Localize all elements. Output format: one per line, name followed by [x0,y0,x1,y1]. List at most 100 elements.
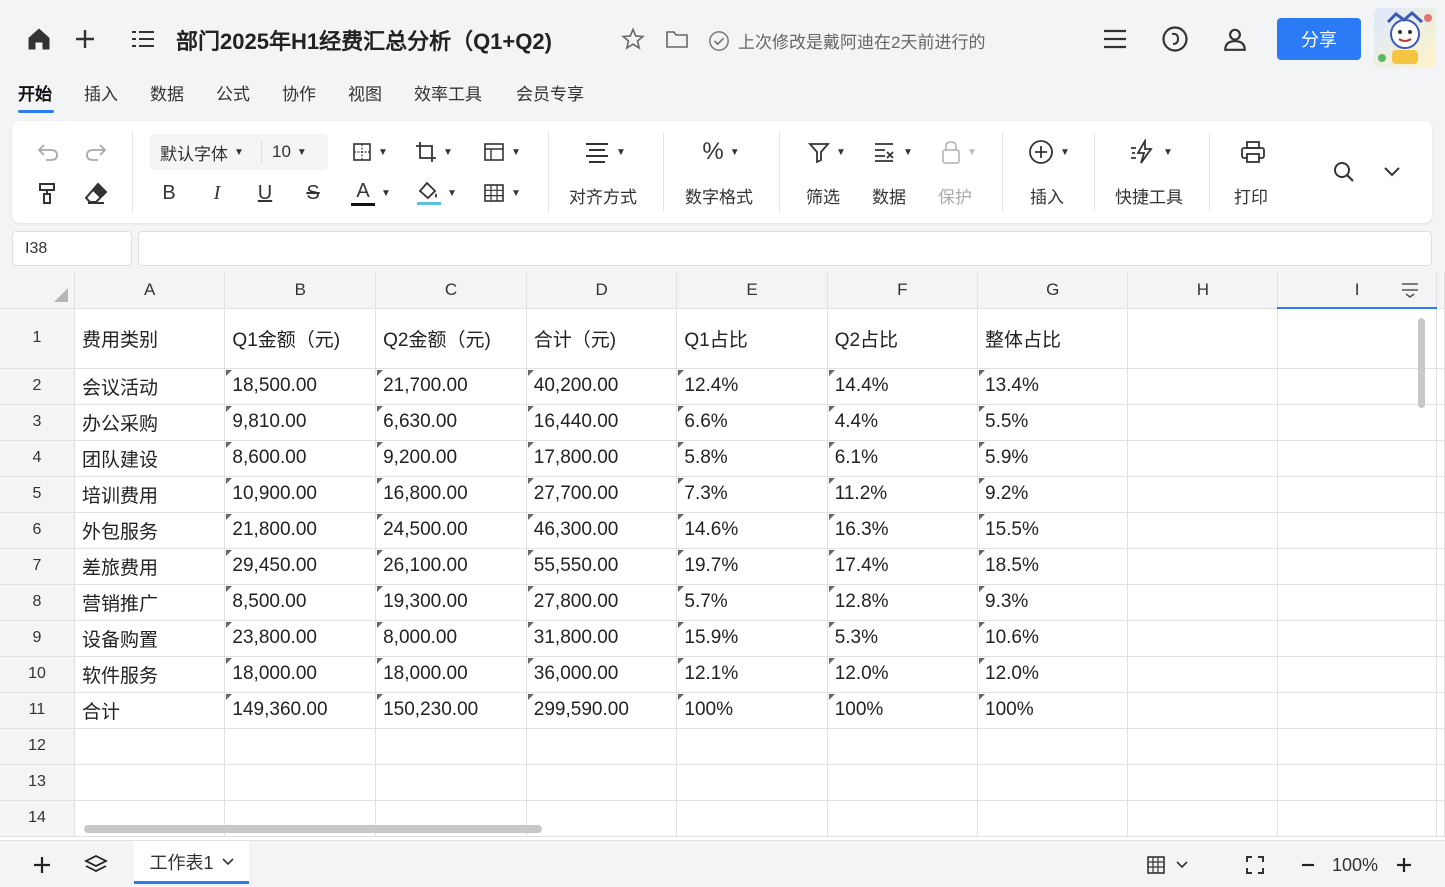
cell-c2[interactable]: 21,700.00 [375,368,527,405]
format-painter-icon[interactable] [34,179,62,207]
cell-b11[interactable]: 149,360.00 [224,692,377,729]
cell-a11[interactable]: 合计 [74,692,226,729]
filter-icon[interactable]: ▼ [802,138,852,166]
cell-b6[interactable]: 21,800.00 [224,512,377,549]
menu-icon[interactable] [1100,24,1130,54]
view-mode-icon[interactable] [1142,853,1192,877]
row-header[interactable]: 6 [0,512,75,549]
cell-i7[interactable] [1277,548,1437,585]
cell-b8[interactable]: 8,500.00 [224,584,377,621]
table-style-icon[interactable]: ▼ [478,138,526,166]
font-color-button[interactable]: A ▼ [346,177,396,209]
cell-h2[interactable] [1127,368,1279,405]
cell-f11[interactable]: 100% [827,692,979,729]
cell-a7[interactable]: 差旅费用 [74,548,226,585]
tab-home[interactable]: 开始 [18,80,52,105]
cell-h3[interactable] [1127,404,1279,441]
cell-g1[interactable]: 整体占比 [977,308,1129,369]
cell-c12[interactable] [375,728,527,765]
cell-b3[interactable]: 9,810.00 [224,404,377,441]
cell-f9[interactable]: 5.3% [827,620,979,657]
border-icon[interactable]: ▼ [346,138,394,166]
cell-c8[interactable]: 19,300.00 [375,584,527,621]
cell-a1[interactable]: 费用类别 [74,308,226,369]
column-header-i[interactable]: I [1277,272,1437,309]
column-header-c[interactable]: C [375,272,527,309]
align-label[interactable]: 对齐方式 [569,183,637,208]
cell-h5[interactable] [1127,476,1279,513]
cell-f5[interactable]: 11.2% [827,476,979,513]
column-header-g[interactable]: G [977,272,1129,309]
row-header[interactable]: 2 [0,368,75,405]
cell-g4[interactable]: 5.9% [977,440,1129,477]
print-label[interactable]: 打印 [1234,183,1268,208]
fullscreen-icon[interactable] [1242,853,1268,877]
cell-h10[interactable] [1127,656,1279,693]
cell-d1[interactable]: 合计（元) [526,308,678,369]
outline-icon[interactable] [128,24,158,54]
fill-color-button[interactable]: ▼ [412,177,462,209]
cell-e6[interactable]: 14.6% [676,512,828,549]
cell-d13[interactable] [526,764,678,801]
home-icon[interactable] [24,24,54,54]
horizontal-scrollbar[interactable] [84,825,542,833]
align-icon[interactable]: ▼ [578,138,632,166]
cell-i14[interactable] [1277,800,1437,837]
quick-tools-label[interactable]: 快捷工具 [1115,183,1183,208]
cell-i13[interactable] [1277,764,1437,801]
cell-d3[interactable]: 16,440.00 [526,404,678,441]
cell-e3[interactable]: 6.6% [676,404,828,441]
row-header[interactable]: 3 [0,404,75,441]
cell-g13[interactable] [977,764,1129,801]
cell-b1[interactable]: Q1金额（元) [224,308,377,369]
cell-e5[interactable]: 7.3% [676,476,828,513]
cell-e1[interactable]: Q1占比 [676,308,828,369]
cell-f12[interactable] [827,728,979,765]
cell-c5[interactable]: 16,800.00 [375,476,527,513]
zoom-in-icon[interactable] [1392,853,1416,877]
cell-i10[interactable] [1277,656,1437,693]
cell-a4[interactable]: 团队建设 [74,440,226,477]
column-header-d[interactable]: D [526,272,678,309]
insert-icon[interactable]: ▼ [1022,138,1076,166]
eraser-icon[interactable] [82,179,110,207]
row-header[interactable]: 1 [0,308,75,369]
cell-c7[interactable]: 26,100.00 [375,548,527,585]
cell-f13[interactable] [827,764,979,801]
cell-c4[interactable]: 9,200.00 [375,440,527,477]
cell-g12[interactable] [977,728,1129,765]
number-format-label[interactable]: 数字格式 [685,183,753,208]
user-icon[interactable] [1220,24,1250,54]
data-label[interactable]: 数据 [872,183,906,208]
add-icon[interactable] [70,24,100,54]
strikethrough-button[interactable]: S [300,179,326,207]
cell-f6[interactable]: 16.3% [827,512,979,549]
cell-e4[interactable]: 5.8% [676,440,828,477]
undo-icon[interactable] [34,138,62,166]
cell-g11[interactable]: 100% [977,692,1129,729]
filter-lines-icon[interactable] [1400,281,1420,299]
cell-b12[interactable] [224,728,377,765]
redo-icon[interactable] [82,138,110,166]
tab-collaborate[interactable]: 协作 [282,80,316,105]
cell-e10[interactable]: 12.1% [676,656,828,693]
cell-c1[interactable]: Q2金额（元) [375,308,527,369]
row-header[interactable]: 9 [0,620,75,657]
column-header-e[interactable]: E [676,272,828,309]
cell-a10[interactable]: 软件服务 [74,656,226,693]
cell-i8[interactable] [1277,584,1437,621]
cell-a3[interactable]: 办公采购 [74,404,226,441]
tab-member-exclusive[interactable]: 会员专享 [516,80,584,105]
cell-g8[interactable]: 9.3% [977,584,1129,621]
cell-h12[interactable] [1127,728,1279,765]
cell-i11[interactable] [1277,692,1437,729]
cell-f7[interactable]: 17.4% [827,548,979,585]
tab-formula[interactable]: 公式 [216,80,250,105]
cell-a6[interactable]: 外包服务 [74,512,226,549]
cell-e7[interactable]: 19.7% [676,548,828,585]
folder-icon[interactable] [664,26,690,52]
cell-f10[interactable]: 12.0% [827,656,979,693]
chevron-down-icon[interactable] [221,858,234,866]
cell-d9[interactable]: 31,800.00 [526,620,678,657]
row-header[interactable]: 8 [0,584,75,621]
